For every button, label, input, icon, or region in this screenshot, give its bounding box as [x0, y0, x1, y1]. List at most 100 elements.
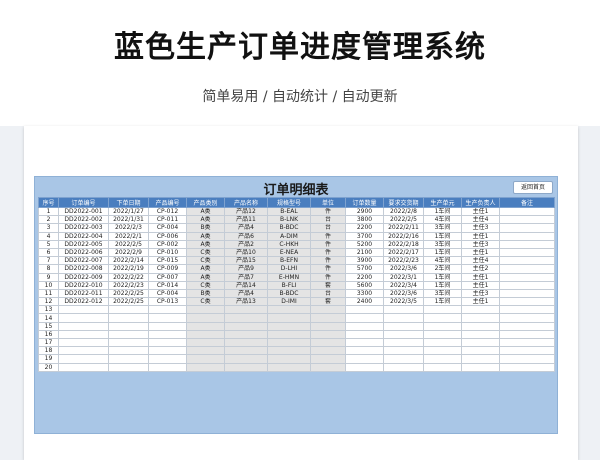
- cell-due-date[interactable]: [383, 354, 424, 364]
- cell-order-qty[interactable]: 2100: [345, 247, 384, 258]
- cell-index[interactable]: 3: [38, 223, 59, 233]
- cell-index[interactable]: 14: [38, 313, 59, 323]
- cell-spec-model[interactable]: [267, 321, 311, 331]
- cell-order-date[interactable]: 2022/2/9: [108, 247, 149, 258]
- cell-unit[interactable]: [310, 346, 346, 356]
- cell-product-code[interactable]: CP-013: [148, 297, 187, 307]
- cell-product-name[interactable]: [224, 354, 268, 364]
- cell-unit[interactable]: 台: [310, 215, 346, 225]
- cell-due-date[interactable]: 2022/3/6: [383, 288, 424, 299]
- cell-due-date[interactable]: 2022/3/4: [383, 280, 424, 290]
- cell-index[interactable]: 19: [38, 354, 59, 364]
- cell-product-name[interactable]: 产品11: [224, 215, 268, 225]
- cell-production-lead[interactable]: [461, 329, 500, 340]
- cell-order-no[interactable]: [58, 362, 109, 372]
- cell-production-lead[interactable]: 主任3: [461, 288, 500, 299]
- cell-product-category[interactable]: A类: [186, 264, 225, 274]
- cell-production-unit[interactable]: 4车间: [423, 256, 462, 266]
- cell-remark[interactable]: [499, 346, 555, 356]
- cell-order-no[interactable]: [58, 346, 109, 356]
- cell-unit[interactable]: [310, 337, 346, 348]
- cell-spec-model[interactable]: D-LHI: [267, 264, 311, 274]
- cell-due-date[interactable]: [383, 313, 424, 323]
- cell-production-unit[interactable]: 1车间: [423, 272, 462, 282]
- cell-unit[interactable]: 件: [310, 264, 346, 274]
- cell-index[interactable]: 20: [38, 362, 59, 372]
- cell-order-no[interactable]: DD2022-002: [58, 215, 109, 225]
- cell-order-qty[interactable]: [345, 321, 384, 331]
- cell-product-name[interactable]: 产品2: [224, 239, 268, 249]
- cell-index[interactable]: 2: [38, 215, 59, 225]
- cell-unit[interactable]: 件: [310, 239, 346, 249]
- cell-product-name[interactable]: 产品14: [224, 280, 268, 290]
- cell-product-code[interactable]: CP-012: [148, 206, 187, 217]
- cell-product-code[interactable]: CP-010: [148, 247, 187, 258]
- cell-spec-model[interactable]: [267, 313, 311, 323]
- cell-spec-model[interactable]: B-EAL: [267, 206, 311, 217]
- cell-product-category[interactable]: A类: [186, 215, 225, 225]
- cell-order-qty[interactable]: 3300: [345, 288, 384, 299]
- cell-product-name[interactable]: 产品4: [224, 223, 268, 233]
- cell-index[interactable]: 12: [38, 297, 59, 307]
- cell-product-code[interactable]: CP-007: [148, 272, 187, 282]
- cell-unit[interactable]: 台: [310, 223, 346, 233]
- cell-production-unit[interactable]: [423, 337, 462, 348]
- cell-order-date[interactable]: [108, 329, 149, 340]
- cell-product-code[interactable]: [148, 346, 187, 356]
- cell-order-no[interactable]: DD2022-007: [58, 256, 109, 266]
- cell-product-name[interactable]: 产品9: [224, 264, 268, 274]
- cell-order-date[interactable]: [108, 337, 149, 348]
- cell-production-unit[interactable]: 2车间: [423, 264, 462, 274]
- cell-product-name[interactable]: [224, 346, 268, 356]
- cell-product-name[interactable]: [224, 362, 268, 372]
- cell-order-date[interactable]: 2022/1/27: [108, 206, 149, 217]
- cell-order-qty[interactable]: 3800: [345, 215, 384, 225]
- cell-due-date[interactable]: 2022/2/17: [383, 247, 424, 258]
- cell-due-date[interactable]: 2022/2/5: [383, 215, 424, 225]
- cell-production-lead[interactable]: [461, 305, 500, 315]
- cell-order-qty[interactable]: 3900: [345, 256, 384, 266]
- cell-product-category[interactable]: [186, 313, 225, 323]
- cell-remark[interactable]: [499, 264, 555, 274]
- cell-remark[interactable]: [499, 256, 555, 266]
- cell-production-unit[interactable]: [423, 313, 462, 323]
- cell-order-date[interactable]: 2022/2/25: [108, 297, 149, 307]
- cell-due-date[interactable]: 2022/2/23: [383, 256, 424, 266]
- cell-order-no[interactable]: DD2022-005: [58, 239, 109, 249]
- cell-product-name[interactable]: 产品10: [224, 247, 268, 258]
- cell-index[interactable]: 11: [38, 288, 59, 299]
- cell-production-unit[interactable]: 3车间: [423, 239, 462, 249]
- cell-production-lead[interactable]: 主任3: [461, 239, 500, 249]
- cell-order-qty[interactable]: 5600: [345, 280, 384, 290]
- cell-product-name[interactable]: [224, 329, 268, 340]
- cell-order-date[interactable]: 2022/2/14: [108, 256, 149, 266]
- cell-unit[interactable]: 件: [310, 256, 346, 266]
- cell-product-name[interactable]: [224, 305, 268, 315]
- cell-remark[interactable]: [499, 321, 555, 331]
- cell-order-date[interactable]: [108, 313, 149, 323]
- cell-order-date[interactable]: [108, 362, 149, 372]
- cell-order-date[interactable]: [108, 321, 149, 331]
- cell-index[interactable]: 9: [38, 272, 59, 282]
- cell-order-qty[interactable]: [345, 362, 384, 372]
- cell-order-no[interactable]: DD2022-011: [58, 288, 109, 299]
- cell-index[interactable]: 17: [38, 337, 59, 348]
- cell-index[interactable]: 10: [38, 280, 59, 290]
- cell-product-code[interactable]: [148, 362, 187, 372]
- cell-production-unit[interactable]: 1车间: [423, 280, 462, 290]
- cell-spec-model[interactable]: B-BDC: [267, 288, 311, 299]
- cell-product-code[interactable]: [148, 313, 187, 323]
- cell-order-date[interactable]: [108, 354, 149, 364]
- cell-order-no[interactable]: DD2022-006: [58, 247, 109, 258]
- cell-unit[interactable]: [310, 305, 346, 315]
- cell-product-category[interactable]: [186, 346, 225, 356]
- cell-order-no[interactable]: DD2022-012: [58, 297, 109, 307]
- cell-remark[interactable]: [499, 280, 555, 290]
- cell-spec-model[interactable]: [267, 337, 311, 348]
- cell-production-unit[interactable]: [423, 329, 462, 340]
- cell-production-lead[interactable]: 主任1: [461, 297, 500, 307]
- cell-remark[interactable]: [499, 215, 555, 225]
- cell-spec-model[interactable]: E-NEA: [267, 247, 311, 258]
- cell-product-name[interactable]: [224, 313, 268, 323]
- cell-unit[interactable]: [310, 313, 346, 323]
